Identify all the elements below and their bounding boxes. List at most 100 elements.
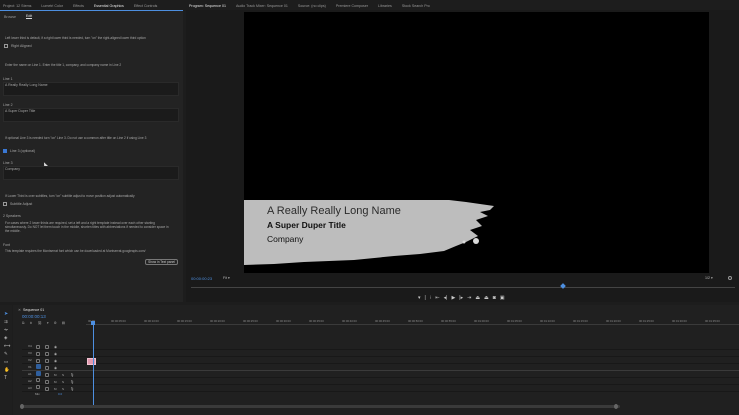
graphic-clip[interactable]: [87, 358, 96, 365]
right-aligned-checkbox[interactable]: [4, 44, 8, 48]
snap-icon[interactable]: ⋔: [30, 321, 33, 325]
tab-sequence[interactable]: Sequence 01: [23, 308, 44, 312]
eye-icon[interactable]: ◉: [54, 359, 57, 363]
lock-icon[interactable]: [36, 378, 40, 382]
ruler-label: 00:00:10:00: [144, 319, 159, 323]
show-in-text-panel-button[interactable]: Show in Text panel: [145, 259, 178, 265]
tab-effects[interactable]: Effects: [73, 4, 84, 8]
mark-out-icon[interactable]: |: [425, 295, 426, 301]
ruler-label: 00:00:25:00: [243, 319, 258, 323]
track-header-a2[interactable]: A2: [28, 379, 32, 383]
tab-browse[interactable]: Browse: [4, 15, 16, 19]
sync-icon[interactable]: [45, 373, 49, 377]
ruler-label: 00:00:15:00: [177, 319, 192, 323]
mute-icon[interactable]: M: [54, 387, 57, 391]
sync-icon[interactable]: [45, 387, 49, 391]
line3-checkbox[interactable]: [3, 149, 7, 153]
track-header-v1[interactable]: V1: [28, 365, 32, 369]
scroll-handle-left[interactable]: [20, 404, 24, 409]
resolution-dropdown[interactable]: 1/2 ▾: [705, 276, 713, 280]
scroll-handle-right[interactable]: [614, 404, 618, 409]
tab-source[interactable]: Source: (no clips): [298, 4, 326, 8]
tool-ripple-icon[interactable]: ⟛: [4, 327, 8, 332]
track-header-v3[interactable]: V3: [28, 351, 32, 355]
lower-third-name: A Really Really Long Name: [267, 205, 401, 217]
mute-icon[interactable]: M: [54, 380, 57, 384]
program-timecode[interactable]: 00:00:00:23: [191, 276, 212, 281]
source-patch-a1[interactable]: [36, 371, 41, 376]
sync-icon[interactable]: [45, 359, 49, 363]
tool-slip-icon[interactable]: ⟷: [4, 343, 10, 349]
tool-hand-icon[interactable]: ✋: [4, 367, 10, 373]
microphone-icon[interactable]: 🎙: [70, 387, 74, 391]
lock-icon[interactable]: [36, 359, 40, 363]
sync-icon[interactable]: [45, 352, 49, 356]
wrench-icon[interactable]: ⚙: [54, 321, 57, 325]
track-header-a1[interactable]: A1: [28, 372, 32, 376]
solo-icon[interactable]: S: [62, 387, 64, 391]
mix-value[interactable]: 0.0: [58, 392, 62, 396]
tool-type-icon[interactable]: T: [4, 375, 7, 381]
eye-icon[interactable]: ◉: [54, 366, 57, 370]
tab-essential-graphics[interactable]: Essential Graphics: [94, 4, 124, 8]
play-icon[interactable]: ▶: [451, 295, 455, 301]
tab-effect-controls[interactable]: Effect Controls: [134, 4, 158, 8]
eye-icon[interactable]: ◉: [54, 345, 57, 349]
sync-icon[interactable]: [45, 345, 49, 349]
track-header-v2[interactable]: V2: [28, 358, 32, 362]
lift-icon[interactable]: ⏏: [475, 295, 480, 301]
track-row: [22, 385, 739, 392]
captions-icon[interactable]: ▤: [62, 321, 65, 325]
tab-program[interactable]: Program: Sequence 01: [189, 4, 226, 8]
tool-rectangle-icon[interactable]: ▭: [4, 359, 8, 365]
eye-icon[interactable]: ◉: [54, 352, 57, 356]
left-panel-tabs: Project: 12 Stems Lumetri Color Effects …: [3, 1, 167, 10]
step-forward-icon[interactable]: |▸: [459, 295, 463, 301]
lock-icon[interactable]: [36, 345, 40, 349]
solo-icon[interactable]: S: [62, 373, 64, 377]
settings-icon[interactable]: [728, 276, 732, 280]
timeline-timecode[interactable]: 00:00:00:13: [22, 314, 46, 319]
fit-dropdown[interactable]: Fit ▾: [223, 276, 230, 280]
tab-lumetri[interactable]: Lumetri Color: [41, 4, 63, 8]
close-icon[interactable]: ✕: [18, 308, 21, 312]
nest-icon[interactable]: ⧉: [22, 321, 25, 325]
tab-premiere-composer[interactable]: Premiere Composer: [336, 4, 368, 8]
tab-edit[interactable]: Edit: [25, 14, 33, 19]
sync-icon[interactable]: [45, 366, 49, 370]
mark-in-icon[interactable]: ▾: [418, 295, 421, 301]
subtitle-adjust-checkbox[interactable]: [3, 202, 7, 206]
marker-icon[interactable]: ▾: [47, 321, 49, 325]
lock-icon[interactable]: [36, 385, 40, 389]
track-row: [22, 378, 739, 385]
tool-razor-icon[interactable]: ◈: [4, 335, 7, 341]
timeline-playhead[interactable]: [91, 321, 95, 325]
clear-in-icon[interactable]: ⁝: [430, 295, 432, 301]
go-to-out-icon[interactable]: ⇥: [467, 295, 471, 301]
source-patch-v1[interactable]: [36, 364, 41, 369]
track-header-a3[interactable]: A3: [28, 386, 32, 390]
solo-icon[interactable]: S: [62, 380, 64, 384]
microphone-icon[interactable]: 🎙: [70, 373, 74, 377]
track-header-v4[interactable]: V4: [28, 344, 32, 348]
tab-project[interactable]: Project: 12 Stems: [3, 4, 31, 8]
linked-icon[interactable]: ⛓: [37, 321, 41, 325]
tool-select-icon[interactable]: ➤: [4, 311, 8, 317]
line3-input[interactable]: [3, 166, 179, 180]
export-frame-icon[interactable]: ◙: [493, 295, 496, 301]
tool-pen-icon[interactable]: ✎: [4, 351, 8, 357]
tab-audio-mixer[interactable]: Audio Track Mixer: Sequence 01: [236, 4, 288, 8]
lock-icon[interactable]: [36, 352, 40, 356]
timeline-scrollbar[interactable]: [20, 405, 620, 408]
compare-icon[interactable]: ▣: [500, 295, 505, 301]
extract-icon[interactable]: ⏏: [484, 295, 489, 301]
monitor-scrubber[interactable]: [191, 287, 735, 288]
microphone-icon[interactable]: 🎙: [70, 380, 74, 384]
step-back-icon[interactable]: ◂|: [444, 295, 448, 301]
go-to-in-icon[interactable]: ⇤: [435, 295, 439, 301]
tool-track-select-icon[interactable]: ⇉: [4, 319, 8, 325]
mute-icon[interactable]: M: [54, 373, 57, 377]
tab-libraries[interactable]: Libraries: [378, 4, 392, 8]
sync-icon[interactable]: [45, 380, 49, 384]
tab-stock-search[interactable]: Stock Search Pro: [402, 4, 430, 8]
